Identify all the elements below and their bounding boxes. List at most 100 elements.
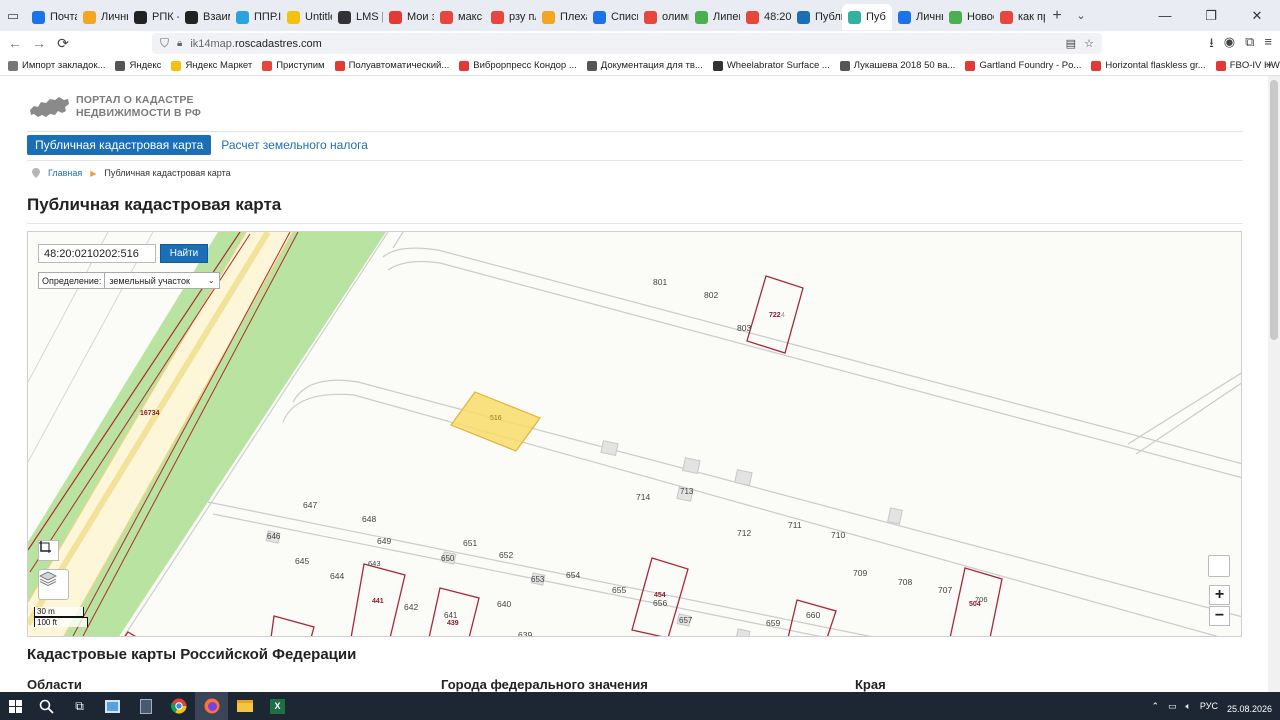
zoom-out-button[interactable]: − (1209, 606, 1230, 626)
browser-tab[interactable]: Мои за (383, 4, 434, 30)
page-scrollbar[interactable] (1268, 76, 1280, 692)
search-button[interactable] (30, 692, 63, 720)
cadastral-number-input[interactable] (38, 244, 156, 263)
extensions-icon[interactable]: ⧉ (1245, 34, 1254, 56)
tab-overview-icon[interactable]: ▭ (0, 0, 26, 31)
bookmark-item[interactable]: Яндекс (115, 60, 161, 71)
taskbar-app-firefox[interactable] (195, 692, 228, 720)
tab-favicon-icon (848, 10, 861, 24)
bookmark-item[interactable]: Лукашева 2018 50 ва... (839, 60, 956, 71)
shield-icon[interactable]: ⛉ (160, 36, 169, 51)
start-button[interactable] (0, 692, 30, 720)
taskbar-app-explorer[interactable] (228, 692, 261, 720)
bookmark-item[interactable]: Wheelabrator Surface ... (712, 60, 830, 71)
bookmark-favicon-icon (712, 60, 723, 71)
bookmark-label: Лукашева 2018 50 ва... (853, 60, 956, 71)
system-tray: ⌃ ▭ 🔈︎ РУС 25.08.2026 (1151, 692, 1272, 720)
cadastral-map[interactable]: 801 802 803 722 4 16734 516 714 713 712 … (27, 231, 1242, 637)
tab-favicon-icon (593, 10, 606, 24)
clock[interactable]: 25.08.2026 (1227, 698, 1272, 715)
browser-tab[interactable]: Публи (791, 4, 842, 30)
browser-tab[interactable]: Новое (943, 4, 994, 30)
tab-label: Пуб (866, 11, 886, 23)
bookmark-item[interactable]: Виброрпресс Кондор ... (459, 60, 577, 71)
breadcrumb-home-link[interactable]: Главная (48, 168, 82, 178)
reload-button[interactable]: ⟳ (51, 31, 75, 55)
network-icon[interactable]: ▭ (1168, 701, 1177, 712)
bookmark-item[interactable]: Импорт закладок... (8, 60, 105, 71)
find-button[interactable]: Найти (160, 244, 208, 263)
browser-tab[interactable]: Untitle (281, 4, 332, 30)
scrollbar-thumb[interactable] (1270, 80, 1278, 340)
browser-tab[interactable]: рзу пл (485, 4, 536, 30)
definition-select[interactable]: Определение: земельный участок ⌄ (38, 272, 220, 289)
zoom-in-button[interactable]: + (1209, 585, 1230, 605)
bookmark-item[interactable]: Приступим (262, 60, 325, 71)
bookmark-item[interactable]: Яндекс Маркет (171, 60, 252, 71)
bookmark-favicon-icon (965, 60, 976, 71)
more-bookmarks-icon[interactable]: » (1266, 59, 1272, 71)
layers-button[interactable] (38, 569, 69, 600)
browser-tab[interactable]: Почта (26, 4, 77, 30)
account-icon[interactable]: ◉ (1224, 34, 1235, 56)
map-canvas[interactable]: 801 802 803 722 4 16734 516 714 713 712 … (28, 232, 1242, 637)
definition-dropdown[interactable]: земельный участок ⌄ (104, 273, 219, 288)
browser-tab[interactable]: LMS | k (332, 4, 383, 30)
bookmark-label: Импорт закладок... (22, 60, 106, 71)
browser-tab[interactable]: макс в (434, 4, 485, 30)
fullscreen-button[interactable] (1208, 555, 1230, 577)
windows-logo-icon (8, 699, 22, 713)
taskbar-app-excel[interactable]: X (261, 692, 294, 720)
bookmark-star-icon[interactable]: ☆ (1084, 37, 1094, 50)
taskbar-app-chrome[interactable] (162, 692, 195, 720)
bookmark-favicon-icon (1215, 60, 1226, 71)
downloads-icon[interactable]: ⭳ (1209, 34, 1214, 56)
bookmark-item[interactable]: Полуавтоматический... (334, 60, 449, 71)
bookmark-item[interactable]: Gartland Foundry - Po... (965, 60, 1081, 71)
address-bar[interactable]: ⛉ 🔒︎ ik14map.roscadastres.com ▤ ☆ (152, 33, 1102, 54)
definition-label: Определение: (42, 275, 102, 286)
menu-public-cadastral-map[interactable]: Публичная кадастровая карта (27, 135, 212, 155)
close-window-button[interactable]: ✕ (1234, 0, 1280, 31)
browser-tab[interactable]: Взаим (179, 4, 230, 30)
chevron-down-icon: ⌄ (207, 276, 215, 285)
forward-button[interactable]: → (27, 31, 51, 55)
browser-tab[interactable]: 48:20:0 (740, 4, 791, 30)
browser-tab[interactable]: олимп (638, 4, 689, 30)
restore-button[interactable]: ❐ (1188, 0, 1234, 31)
task-view-button[interactable]: ⧉ (63, 692, 96, 720)
new-tab-button[interactable]: + (1045, 7, 1069, 25)
definition-value: земельный участок (109, 275, 190, 286)
browser-tab[interactable]: Липецк (689, 4, 740, 30)
browser-tab[interactable]: РПК - I (128, 4, 179, 30)
taskbar-app-monitor[interactable] (96, 692, 129, 720)
select-area-button[interactable] (38, 540, 59, 561)
excel-icon: X (270, 698, 285, 714)
bookmark-item[interactable]: Horizontal flaskless gr... (1091, 60, 1206, 71)
taskbar-app-calculator[interactable] (129, 692, 162, 720)
lock-icon[interactable]: 🔒︎ (177, 38, 182, 49)
menu-icon[interactable]: ≡ (1264, 34, 1272, 56)
bookmark-item[interactable]: Документация для тв... (586, 60, 703, 71)
browser-tab[interactable]: ППР.ID (230, 4, 281, 30)
tab-list-chevron-icon[interactable]: ⌄ (1069, 9, 1093, 22)
language-indicator[interactable]: РУС (1200, 701, 1218, 711)
parcel-label: 803 (737, 323, 751, 333)
portal-logo[interactable]: ПОРТАЛ О КАДАСТРЕ НЕДВИЖИМОСТИ В РФ (28, 94, 201, 120)
browser-tab[interactable]: Личны (77, 4, 128, 30)
tab-label: ППР.ID (254, 11, 281, 23)
minimize-button[interactable]: — (1142, 0, 1188, 31)
calculator-icon (139, 698, 152, 714)
browser-tab[interactable]: как пр (994, 4, 1045, 30)
browser-tab[interactable]: Личны (892, 4, 943, 30)
browser-tab[interactable]: Пуб✕ (842, 4, 892, 30)
menu-land-tax-calc[interactable]: Расчет земельного налога (213, 135, 376, 155)
tray-chevron-up-icon[interactable]: ⌃ (1151, 701, 1159, 712)
parcel-label: 4 (781, 312, 785, 319)
tab-label: олимп (662, 11, 689, 23)
browser-tab[interactable]: Списки (587, 4, 638, 30)
back-button[interactable]: ← (3, 31, 27, 55)
browser-tab[interactable]: Плехан (536, 4, 587, 30)
volume-icon[interactable]: 🔈︎ (1186, 701, 1191, 712)
reader-view-icon[interactable]: ▤ (1066, 37, 1076, 50)
